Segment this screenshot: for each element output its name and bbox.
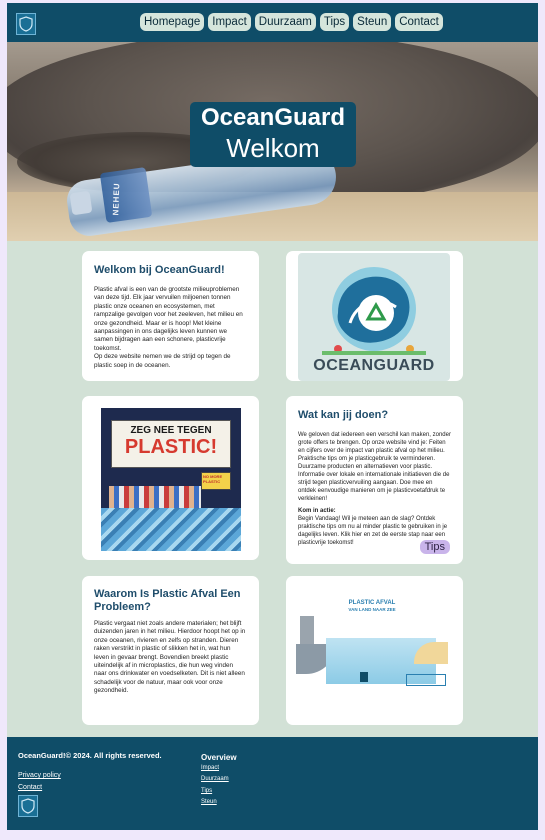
infographic-logo bbox=[360, 672, 368, 682]
footer-link-impact[interactable]: Impact bbox=[201, 765, 219, 771]
footer-privacy-link[interactable]: Privacy policy bbox=[18, 772, 61, 779]
logo-image-card: OCEANGUARD bbox=[286, 251, 463, 381]
poster-line-2: PLASTIC! bbox=[124, 436, 218, 458]
footer-link-tips[interactable]: Tips bbox=[201, 788, 212, 794]
main-nav: Homepage Impact Duurzaam Tips Steun Cont… bbox=[140, 13, 443, 31]
hero-title-box: OceanGuard Welkom bbox=[190, 102, 356, 167]
poster-people bbox=[109, 486, 201, 510]
poster-sign: NO MORE PLASTIC bbox=[201, 472, 231, 490]
nav-item-impact[interactable]: Impact bbox=[208, 13, 251, 31]
problem-title: Waarom Is Plastic Afval Een Probleem? bbox=[94, 588, 241, 613]
footer-copyright: OceanGuard!© 2024. All rights reserved. bbox=[18, 751, 162, 760]
infographic-title: PLASTIC AFVAL bbox=[348, 600, 396, 606]
poster-line-1: ZEG NEE TEGEN bbox=[130, 425, 212, 436]
action-text: We geloven dat iedereen een verschil kan… bbox=[298, 432, 451, 502]
hero-bottle-cap bbox=[69, 190, 93, 216]
shield-icon bbox=[21, 798, 35, 814]
action-subtitle: Kom in actie: bbox=[298, 508, 336, 514]
action-card: Wat kan jij doen? We geloven dat iederee… bbox=[286, 396, 463, 564]
hero-title: OceanGuard bbox=[200, 104, 346, 131]
welcome-card: Welkom bij OceanGuard! Plastic afval is … bbox=[82, 251, 259, 381]
footer-logo[interactable] bbox=[18, 795, 38, 817]
logo-image-text: OCEANGUARD bbox=[313, 357, 435, 374]
poster-bottles bbox=[101, 508, 241, 551]
shield-icon bbox=[19, 16, 33, 32]
footer-link-duurzaam[interactable]: Duurzaam bbox=[201, 776, 229, 782]
problem-text: Plastic vergaat niet zoals andere materi… bbox=[94, 620, 246, 695]
poster-sign-text: NO MORE PLASTIC bbox=[203, 474, 223, 484]
infographic-subtitle: VAN LAND NAAR ZEE bbox=[348, 607, 396, 612]
oceanguard-logo-image: OCEANGUARD bbox=[298, 253, 450, 381]
problem-card: Waarom Is Plastic Afval Een Probleem? Pl… bbox=[82, 576, 259, 725]
footer-contact-link[interactable]: Contact bbox=[18, 784, 42, 791]
infographic-card: PLASTIC AFVAL VAN LAND NAAR ZEE bbox=[286, 576, 463, 725]
nav-item-tips[interactable]: Tips bbox=[319, 13, 350, 31]
footer: OceanGuard!© 2024. All rights reserved. … bbox=[7, 737, 538, 830]
page: Homepage Impact Duurzaam Tips Steun Cont… bbox=[7, 3, 538, 830]
tips-button[interactable]: Tips bbox=[419, 540, 450, 554]
nav-item-contact[interactable]: Contact bbox=[395, 13, 443, 31]
hero-bottle-label: NEHEU bbox=[99, 167, 153, 223]
bottle-label-text: NEHEU bbox=[111, 182, 122, 216]
nav-item-steun[interactable]: Steun bbox=[353, 13, 392, 31]
site-logo[interactable] bbox=[16, 13, 36, 35]
welcome-text-2: Op deze website nemen we de strijd op te… bbox=[94, 353, 231, 369]
nav-item-duurzaam[interactable]: Duurzaam bbox=[254, 13, 316, 31]
poster-card: ZEG NEE TEGEN PLASTIC! NO MORE PLASTIC bbox=[82, 396, 259, 560]
welcome-text: Plastic afval is een van de grootste mil… bbox=[94, 286, 243, 352]
poster-banner: ZEG NEE TEGEN PLASTIC! bbox=[111, 420, 231, 468]
welcome-title: Welkom bij OceanGuard! bbox=[94, 264, 225, 276]
plastic-poster-image: ZEG NEE TEGEN PLASTIC! NO MORE PLASTIC bbox=[101, 408, 241, 551]
hero-banner: NEHEU OceanGuard Welkom bbox=[7, 42, 538, 241]
navbar: Homepage Impact Duurzaam Tips Steun Cont… bbox=[7, 3, 538, 42]
action-title: Wat kan jij doen? bbox=[298, 409, 389, 421]
infographic-legend bbox=[406, 674, 446, 686]
footer-overview-title: Overview bbox=[201, 753, 237, 762]
nav-item-homepage[interactable]: Homepage bbox=[140, 13, 205, 31]
footer-link-steun[interactable]: Steun bbox=[201, 799, 217, 805]
infographic-image: PLASTIC AFVAL VAN LAND NAAR ZEE bbox=[296, 598, 448, 698]
hero-subtitle: Welkom bbox=[226, 133, 320, 163]
